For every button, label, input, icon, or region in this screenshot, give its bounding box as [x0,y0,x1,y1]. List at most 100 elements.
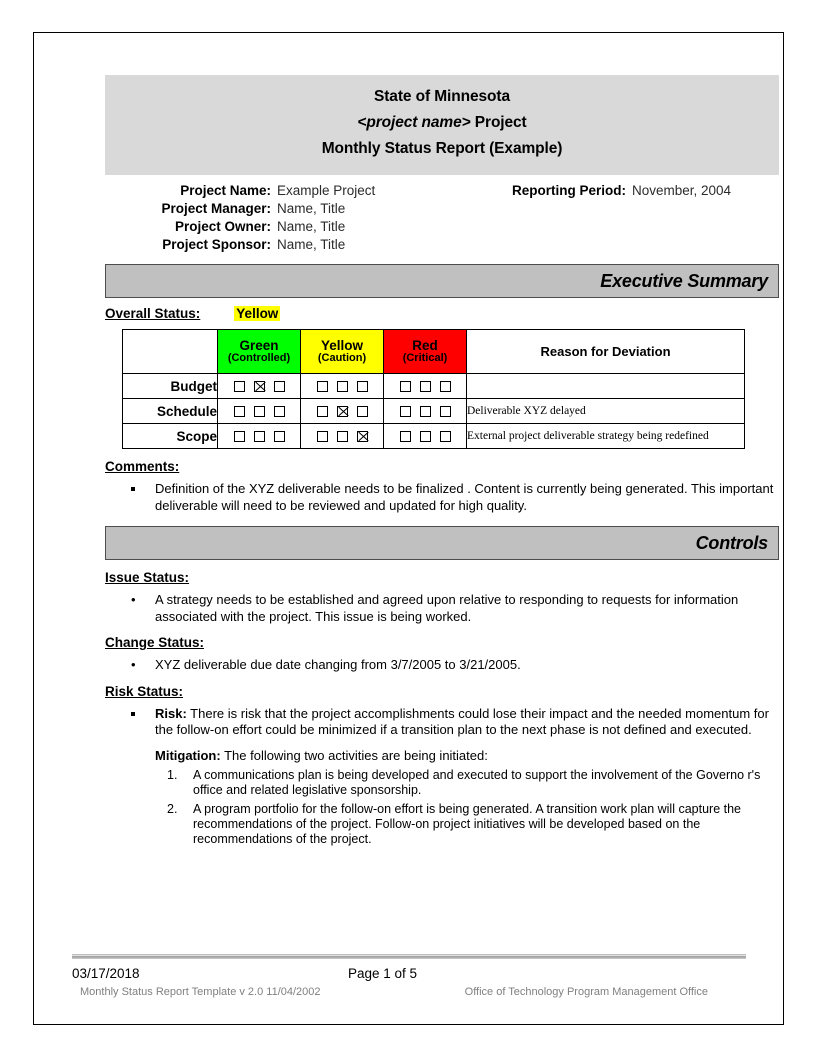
row-label-schedule: Schedule [122,398,218,424]
page-footer: 03/17/2018 Page 1 of 5 Monthly Status Re… [72,954,746,1002]
checkbox[interactable] [273,430,285,442]
scope-green-cell[interactable] [217,423,301,449]
mitigation-text: The following two activities are being i… [220,747,488,763]
overall-status-row: Overall Status: Yellow [105,306,779,321]
row-label-scope: Scope [122,423,218,449]
checkbox[interactable] [273,380,285,392]
issue-text: A strategy needs to be established and a… [155,592,739,624]
title-line-project: <project name> Project [105,110,779,136]
project-owner-value: Name, Title [277,219,346,234]
checkbox[interactable] [399,430,411,442]
budget-yellow-cell[interactable] [300,373,384,399]
table-row: Schedule Deliverable XYZ delayed [122,398,745,424]
change-text: XYZ deliverable due date changing from 3… [155,657,521,672]
spacer-cell-a [482,201,632,216]
checkbox[interactable] [356,405,368,417]
project-manager-label: Project Manager: [161,201,271,216]
risk-status-heading: Risk Status: [105,683,184,699]
checkbox[interactable] [233,380,245,392]
schedule-green-cell[interactable] [217,398,301,424]
checkbox[interactable] [439,405,451,417]
budget-green-cell[interactable] [217,373,301,399]
checkbox-checked[interactable] [336,405,348,417]
footer-top-row: 03/17/2018 Page 1 of 5 [72,966,746,984]
checkbox[interactable] [316,405,328,417]
issue-status-list: • A strategy needs to be established and… [105,592,779,625]
schedule-yellow-boxes [301,399,383,423]
round-bullet-icon: • [131,657,136,672]
risk-status-list: Risk: There is risk that the project acc… [105,706,779,739]
checkbox[interactable] [439,430,451,442]
executive-summary-bar: Executive Summary [105,264,779,298]
title-line-state: State of Minnesota [374,88,510,105]
list-item: Risk: There is risk that the project acc… [105,706,779,739]
header-green-label: Green [239,337,279,353]
checkbox[interactable] [399,405,411,417]
square-bullet-icon [131,487,135,491]
comments-list: Definition of the XYZ deliverable needs … [105,481,779,514]
checkbox[interactable] [233,430,245,442]
checkbox[interactable] [419,430,431,442]
controls-title: Controls [695,532,769,553]
checkbox[interactable] [316,430,328,442]
spacer-cell-d [632,219,779,234]
spacer-cell-b [632,201,779,216]
footer-office-name: Office of Technology Program Management … [464,986,708,998]
checkbox[interactable] [399,380,411,392]
project-info-grid: Project Name: Example Project Reporting … [105,183,779,252]
checkbox[interactable] [336,380,348,392]
budget-red-cell[interactable] [383,373,467,399]
project-sponsor-label: Project Sponsor: [162,237,271,252]
mitigation-item-text: A communications plan is being developed… [193,768,761,797]
project-name-label: Project Name: [180,183,271,198]
checkbox[interactable] [253,430,265,442]
schedule-yellow-cell[interactable] [300,398,384,424]
mitigation-item-text: A program portfolio for the follow-on ef… [193,802,741,846]
table-row: Budget [122,373,745,399]
page-content: State of Minnesota <project name> Projec… [105,75,779,851]
comments-heading: Comments: [105,459,180,474]
footer-bottom-row: Monthly Status Report Template v 2.0 11/… [72,986,746,1002]
change-status-list: • XYZ deliverable due date changing from… [105,657,779,674]
checkbox[interactable] [356,380,368,392]
scope-red-cell[interactable] [383,423,467,449]
header-green: Green (Controlled) [217,329,301,374]
document-title-block: State of Minnesota <project name> Projec… [105,75,779,175]
checkbox-checked[interactable] [356,430,368,442]
checkbox[interactable] [253,405,265,417]
spacer-cell-e [482,237,632,252]
checkbox[interactable] [336,430,348,442]
checkbox[interactable] [233,405,245,417]
issue-status-heading: Issue Status: [105,570,190,585]
header-red-label: Red [412,337,438,353]
title-project-suffix: Project [470,114,527,131]
status-table-header-row: Green (Controlled) Yellow (Caution) Red … [122,329,745,374]
status-badge: Yellow [234,306,281,321]
checkbox[interactable] [273,405,285,417]
overall-status-label: Overall Status: [105,306,201,321]
checkbox[interactable] [316,380,328,392]
checkbox[interactable] [419,380,431,392]
header-red: Red (Critical) [383,329,467,374]
project-manager-value: Name, Title [277,201,346,216]
budget-green-boxes [218,374,300,398]
checkbox-checked[interactable] [253,380,265,392]
square-bullet-icon [131,711,135,716]
schedule-red-cell[interactable] [383,398,467,424]
project-sponsor-value: Name, Title [277,237,346,252]
footer-date: 03/17/2018 [72,966,140,981]
footer-divider [72,954,746,959]
header-yellow: Yellow (Caution) [300,329,384,374]
project-name-placeholder: <project name> [357,114,471,131]
risk-label: Risk: [155,705,187,721]
project-owner-label: Project Owner: [174,219,271,234]
checkbox[interactable] [419,405,431,417]
scope-yellow-cell[interactable] [300,423,384,449]
risk-text: There is risk that the project accomplis… [155,705,769,738]
checkbox[interactable] [439,380,451,392]
page-border: State of Minnesota <project name> Projec… [33,32,784,1025]
footer-page-number: Page 1 of 5 [348,966,418,981]
schedule-red-boxes [384,399,466,423]
list-item: Definition of the XYZ deliverable needs … [105,481,779,514]
list-number: 2. [167,802,178,816]
